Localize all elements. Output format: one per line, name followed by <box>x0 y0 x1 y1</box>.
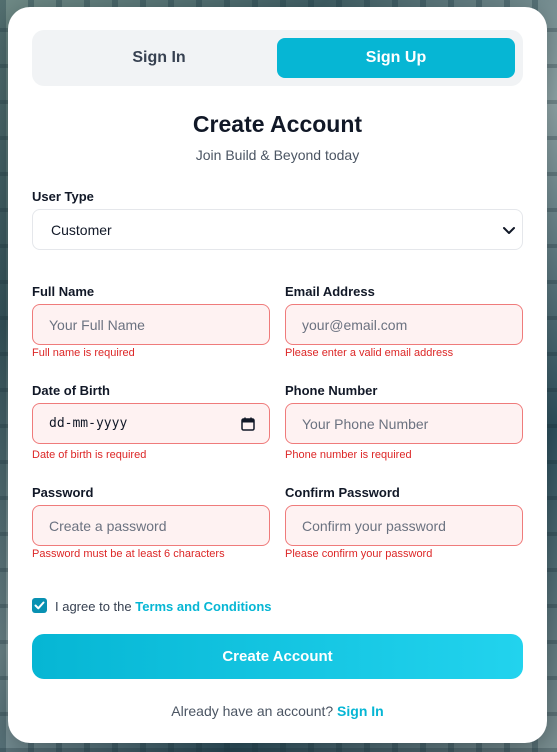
chevron-down-icon <box>503 227 515 234</box>
check-icon <box>34 601 45 610</box>
user-type-label: User Type <box>32 189 94 204</box>
terms-text: I agree to the Terms and Conditions <box>55 599 272 614</box>
signin-prompt-text: Already have an account? <box>171 703 338 719</box>
terms-prefix: I agree to the <box>55 599 136 614</box>
calendar-icon[interactable] <box>241 417 255 431</box>
phone-error: Phone number is required <box>285 449 412 461</box>
signup-card: Sign In Sign Up Create Account Join Buil… <box>8 7 547 743</box>
create-account-button[interactable]: Create Account <box>32 634 523 679</box>
tab-sign-up[interactable]: Sign Up <box>277 38 515 78</box>
signin-link[interactable]: Sign In <box>337 703 384 719</box>
confirm-password-placeholder: Confirm your password <box>302 517 446 534</box>
tab-sign-in[interactable]: Sign In <box>40 38 278 78</box>
password-error: Password must be at least 6 characters <box>32 548 225 560</box>
full-name-error: Full name is required <box>32 347 135 359</box>
full-name-input[interactable]: Your Full Name <box>32 304 270 345</box>
dob-input[interactable]: dd-mm-yyyy <box>32 403 270 444</box>
page-title: Create Account <box>192 111 363 137</box>
signin-prompt: Already have an account? Sign In <box>8 703 547 719</box>
email-placeholder: your@email.com <box>302 316 408 333</box>
dob-label: Date of Birth <box>32 383 110 398</box>
email-label: Email Address <box>285 284 375 299</box>
confirm-password-error: Please confirm your password <box>285 548 433 560</box>
password-input[interactable]: Create a password <box>32 505 270 546</box>
phone-label: Phone Number <box>285 383 378 398</box>
dob-error: Date of birth is required <box>32 449 147 461</box>
dob-placeholder: dd-mm-yyyy <box>49 416 128 431</box>
terms-checkbox[interactable] <box>32 598 47 613</box>
user-type-value: Customer <box>51 221 112 238</box>
phone-placeholder: Your Phone Number <box>302 415 429 432</box>
full-name-label: Full Name <box>32 284 95 299</box>
auth-tabs: Sign In Sign Up <box>32 30 523 86</box>
phone-input[interactable]: Your Phone Number <box>285 403 523 444</box>
password-label: Password <box>32 485 94 500</box>
email-input[interactable]: your@email.com <box>285 304 523 345</box>
password-placeholder: Create a password <box>49 517 167 534</box>
confirm-password-input[interactable]: Confirm your password <box>285 505 523 546</box>
confirm-password-label: Confirm Password <box>285 485 400 500</box>
full-name-placeholder: Your Full Name <box>49 316 145 333</box>
email-error: Please enter a valid email address <box>285 347 454 359</box>
terms-link[interactable]: Terms and Conditions <box>135 599 271 614</box>
user-type-select[interactable]: Customer <box>32 209 523 250</box>
page-subtitle: Join Build & Beyond today <box>195 147 360 163</box>
